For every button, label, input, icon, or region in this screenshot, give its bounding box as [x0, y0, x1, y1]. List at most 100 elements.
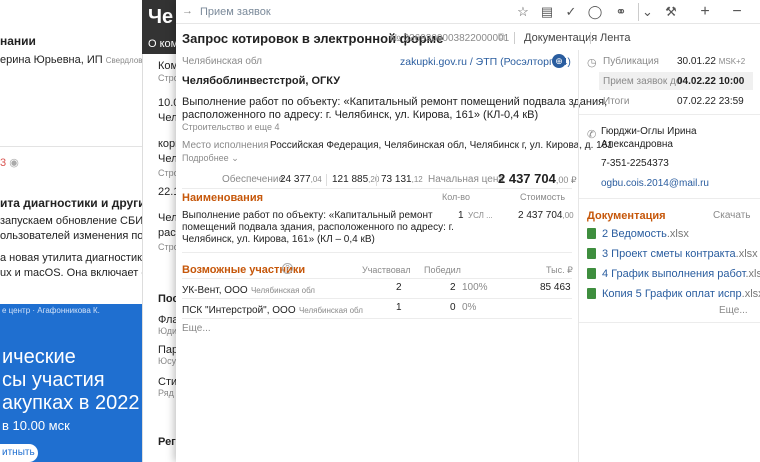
bg-news-text: запускаем обновление СБИС до [0, 215, 142, 227]
participated-header: Участвовал [362, 265, 411, 275]
printer-icon[interactable]: ▤ [538, 3, 556, 21]
help-icon[interactable]: ? [282, 263, 293, 274]
breadcrumb-title[interactable]: Прием заявок [200, 6, 271, 18]
item-cost: 2 437 704,00 [518, 210, 574, 221]
clipboard-check-icon[interactable]: ✓ [562, 3, 580, 21]
bg-news-text: ользователей изменения появят [0, 230, 142, 242]
bg-list-text: Юди [158, 326, 177, 336]
subject-line: расположенного по адресу: г. Челябинск, … [182, 109, 539, 121]
participant-row[interactable]: УК-Вент, ООО Челябинская обл 2 2 100% 85… [182, 282, 572, 298]
main-panel: Челябинская обл zakupki.gov.ru / ЭТП (Ро… [176, 50, 613, 462]
bg-news-text: ux и macOS. Она включает сбор т [0, 267, 142, 279]
sum-header: Тыс. ₽ [546, 265, 573, 275]
gavel-icon[interactable]: ⚒ [662, 3, 680, 21]
publication-label: Публикация [603, 56, 659, 67]
bg-heading: нании [0, 34, 36, 48]
side-panel: ◷ Публикация 30.01.22 MSK+2 Прием заявок… [578, 50, 760, 462]
bg-company[interactable]: ерина Юрьевна, ИП Свердловская обл [0, 54, 142, 66]
more-participants-link[interactable]: Еще... [182, 323, 211, 334]
document-link[interactable]: 3 Проект сметы контракта.xlsx [587, 248, 758, 264]
tab-feed[interactable]: Лента [600, 32, 630, 44]
contact-name: Александровна [601, 139, 673, 150]
divider [182, 298, 572, 299]
item-qty: 1 [458, 210, 464, 221]
divider [579, 322, 760, 323]
contact-phone[interactable]: 7-351-2254373 [601, 158, 669, 169]
star-icon[interactable]: ☆ [514, 3, 532, 21]
security-warranty: 73 131,12 [381, 174, 423, 185]
price-label: Начальная цена [428, 174, 504, 185]
tab-documentation[interactable]: Документация [524, 32, 597, 44]
bg-list-text: Сти [158, 376, 178, 388]
docs-heading: Документация [587, 210, 666, 222]
chevron-down-icon: ⌄ [231, 153, 239, 163]
divider [182, 252, 572, 253]
chevron-down-icon[interactable]: ⌄ [638, 3, 656, 21]
bg-news-title[interactable]: ита диагностики и другие из [0, 196, 142, 210]
download-link[interactable]: Скачать [713, 210, 751, 221]
header-divider [590, 32, 591, 44]
divider [326, 174, 327, 186]
items-qty-header: Кол-во [442, 192, 470, 202]
eye-icon: ◉ [9, 157, 19, 169]
item-unit: УСЛ ... [468, 211, 493, 220]
bg-divider [0, 146, 142, 147]
document-link[interactable]: Копия 5 График оплат испр.xlsx [587, 288, 760, 304]
bg-webinar-banner[interactable]: е центр · Агафонникова К. ические сы уча… [0, 304, 142, 462]
won-header: Победил [424, 265, 461, 275]
document-link[interactable]: 2 Ведомость.xlsx [587, 228, 689, 244]
divider [579, 114, 760, 115]
initial-price: 2 437 704,00 ₽ [498, 171, 577, 186]
bg-list-text: Ряд [158, 388, 174, 398]
comment-icon[interactable]: ◯ [586, 3, 604, 21]
card-toolbar: → Прием заявок ☆ ▤ ✓ ◯ ⚭ ⌄ ⚒ + − [176, 0, 760, 24]
results-date: 07.02.22 23:59 [677, 96, 744, 107]
back-arrow-icon[interactable]: → [182, 5, 193, 17]
bg-dark-header: Че О ком [142, 0, 176, 54]
category-label[interactable]: Строительство и еще 4 [182, 122, 279, 132]
deadline-label: Прием заявок до [603, 76, 682, 87]
platform-link[interactable]: zakupki.gov.ru / ЭТП (Росэлторг 44) [400, 56, 571, 68]
bg-news-text: а новая утилита диагностики для [0, 252, 142, 264]
security-bid: 24 377,04 [280, 174, 322, 185]
security-contract: 121 885,20 [332, 174, 380, 185]
excel-file-icon [587, 248, 596, 259]
link-icon[interactable]: ⚭ [612, 3, 630, 21]
divider [182, 278, 572, 279]
item-name: помещений подвала здания, расположенного… [182, 222, 454, 233]
clock-icon: ◷ [587, 57, 597, 69]
contact-email[interactable]: ogbu.cois.2014@mail.ru [601, 178, 709, 189]
item-name: Челябинск, ул. Кирова, 161» (КЛ – 0,4 кВ… [182, 234, 375, 245]
document-link[interactable]: 4 График выполнения работ.xlsx [587, 268, 760, 284]
more-docs-link[interactable]: Еще... [719, 305, 748, 316]
globe-icon[interactable]: ⊕ [552, 54, 566, 68]
bg-banner-button[interactable]: итныть [0, 444, 38, 462]
excel-file-icon [587, 288, 596, 299]
security-label: Обеспечение [222, 174, 285, 185]
bg-views: 3 ◉ [0, 157, 19, 169]
publication-date: 30.01.22 MSK+2 [677, 56, 746, 67]
subject-line: Выполнение работ по объекту: «Капитальны… [182, 96, 608, 108]
participant-row[interactable]: ПСК "Интерстрой", ООО Челябинская обл 1 … [182, 302, 572, 318]
item-name: Выполнение работ по объекту: «Капитальны… [182, 210, 433, 221]
results-label: Итоги [603, 96, 630, 107]
tender-number: № 0369200003822000001 [390, 33, 510, 44]
tender-card: → Прием заявок ☆ ▤ ✓ ◯ ⚭ ⌄ ⚒ + − Запрос … [176, 0, 760, 462]
place-value: Российская Федерация, Челябинская обл, Ч… [270, 140, 613, 151]
minimize-icon[interactable]: − [728, 3, 746, 21]
place-label: Место исполнения [182, 140, 269, 151]
divider [579, 198, 760, 199]
copy-icon[interactable]: ⧉ [498, 32, 505, 43]
excel-file-icon [587, 228, 596, 239]
card-header: Запрос котировок в электронной форме № 0… [176, 28, 760, 50]
customer-name[interactable]: Челябоблинвестстрой, ОГКУ [182, 75, 340, 87]
items-cost-header: Стоимость [520, 192, 566, 202]
header-divider [514, 32, 515, 44]
more-details-link[interactable]: Подробнее ⌄ [182, 153, 239, 164]
contact-name: Гюрджи-Оглы Ирина [601, 126, 697, 137]
region-label: Челябинская обл [182, 56, 263, 67]
excel-file-icon [587, 268, 596, 279]
bg-list-text: Юсу [158, 356, 177, 366]
phone-icon: ✆ [587, 129, 597, 141]
plus-icon[interactable]: + [696, 3, 714, 21]
